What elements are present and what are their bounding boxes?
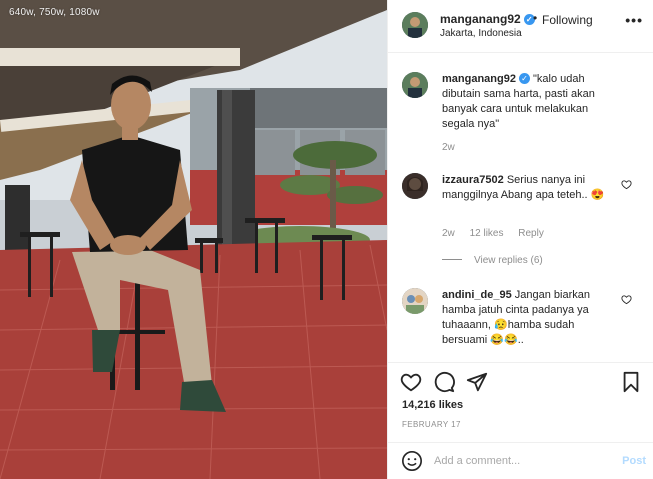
- post-side-panel: manganang92 ✓ • Following Jakarta, Indone…: [387, 0, 653, 479]
- author-username[interactable]: manganang92 ✓: [440, 12, 535, 26]
- comment-username[interactable]: manganang92: [442, 73, 516, 85]
- comment-text-block: manganang92 ✓ "kalo udah dibutain sama ha…: [442, 72, 622, 132]
- share-icon[interactable]: [466, 371, 488, 393]
- comments-list[interactable]: manganang92 ✓ "kalo udah dibutain sama ha…: [388, 54, 653, 362]
- comment-input[interactable]: [434, 452, 604, 470]
- comment-heart-icon[interactable]: [621, 179, 632, 190]
- author-username-text[interactable]: manganang92: [440, 12, 521, 26]
- header-separator: •: [533, 11, 538, 25]
- more-horizontal-icon[interactable]: •••: [625, 12, 643, 28]
- post-photo[interactable]: 640w, 750w, 1080w: [0, 0, 387, 479]
- comment-meta: 2w 12 likes Reply: [442, 228, 556, 239]
- comment-avatar[interactable]: [402, 288, 428, 314]
- heart-icon[interactable]: [400, 371, 422, 393]
- view-replies-button[interactable]: View replies (6): [442, 255, 543, 266]
- comment-meta: 2w: [442, 142, 467, 153]
- comment-text-block: andini_de_95 Jangan biarkan hamba jatuh …: [442, 288, 622, 348]
- photo-size-caption: 640w, 750w, 1080w: [9, 7, 100, 18]
- comment-likes[interactable]: 12 likes: [470, 228, 504, 239]
- comment-username[interactable]: izzaura7502: [442, 174, 504, 186]
- post-date[interactable]: FEBRUARY 17: [402, 420, 461, 429]
- comment-avatar[interactable]: [402, 173, 428, 199]
- comment-time: 2w: [442, 142, 455, 153]
- post-actions: 14,216 likes FEBRUARY 17: [388, 362, 653, 442]
- comment-username[interactable]: andini_de_95: [442, 289, 512, 301]
- following-button[interactable]: Following: [542, 13, 593, 27]
- comment-avatar[interactable]: [402, 72, 428, 98]
- reply-button[interactable]: Reply: [518, 228, 544, 239]
- replies-divider: [442, 259, 462, 260]
- photo-illustration: [0, 0, 387, 479]
- view-replies-label[interactable]: View replies (6): [474, 255, 543, 266]
- post-comment-button[interactable]: Post: [622, 455, 646, 467]
- post-header: manganang92 ✓ • Following Jakarta, Indone…: [388, 0, 653, 53]
- bookmark-icon[interactable]: [620, 371, 642, 393]
- verified-badge-icon: ✓: [518, 73, 530, 84]
- comment-text-block: izzaura7502 Serius nanya ini manggilnya …: [442, 173, 622, 203]
- likes-count[interactable]: 14,216 likes: [402, 399, 463, 411]
- post-location[interactable]: Jakarta, Indonesia: [440, 28, 522, 39]
- comment-heart-icon[interactable]: [621, 294, 632, 305]
- author-avatar[interactable]: [402, 12, 428, 38]
- emoji-smile-icon[interactable]: [401, 450, 423, 472]
- add-comment-bar: Post: [388, 442, 653, 479]
- comment-time: 2w: [442, 228, 455, 239]
- comment-icon[interactable]: [433, 371, 455, 393]
